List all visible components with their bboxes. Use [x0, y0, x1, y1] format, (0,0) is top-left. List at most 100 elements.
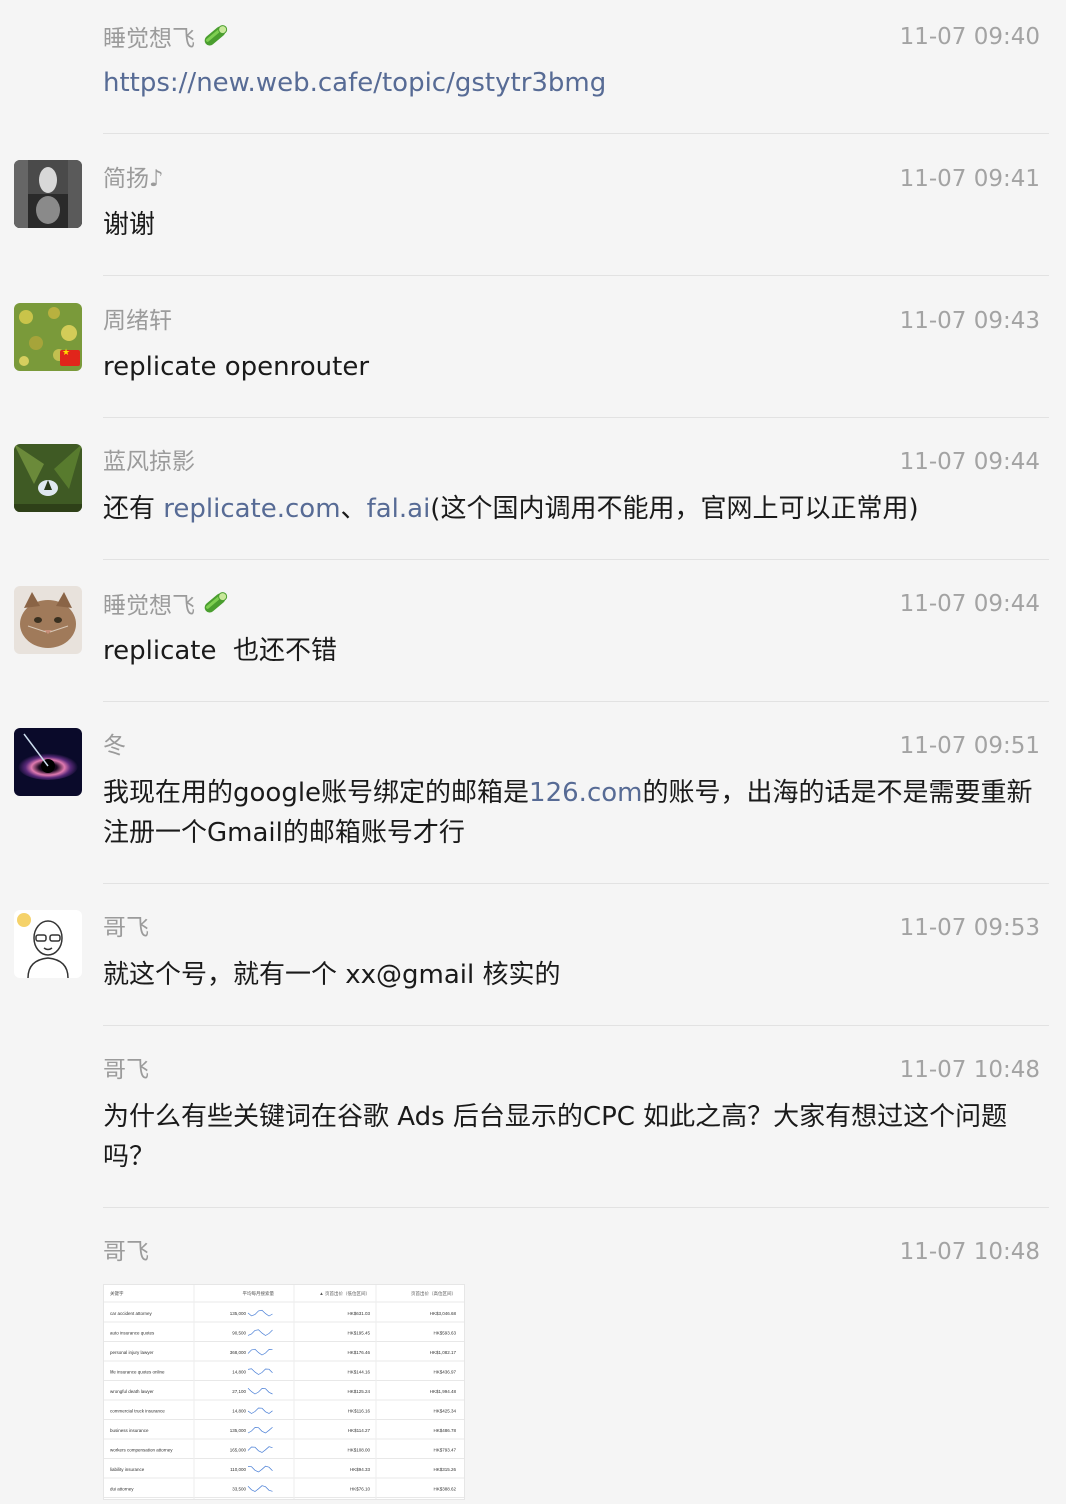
table-header: ▲ 页首出价（低位区间） [319, 1290, 370, 1297]
message-text: 为什么有些关键词在谷歌 Ads 后台显示的CPC 如此之高？大家有想过这个问题吗… [103, 1102, 1008, 1172]
message-link[interactable]: 126.com [529, 778, 642, 808]
message-text: 我现在用的google账号绑定的邮箱是126.com的账号，出海的话是不是需要重… [103, 778, 1033, 848]
message-time: 11-07 10:48 [899, 1239, 1040, 1265]
table-header: 关键字 [110, 1290, 124, 1297]
table-cell: HK$108.00 [347, 1448, 370, 1453]
image-attachment[interactable]: 关键字 平均每月搜索量 ▲ 页首出价（低位区间） 页首出价（高位区间） car acci… [103, 1284, 465, 1500]
table-cell: HK$125.24 [347, 1389, 370, 1394]
avatar[interactable] [14, 586, 82, 654]
message-text: https://new.web.cafe/topic/gstytr3bmg [103, 63, 1051, 103]
table-cell: HK$1,994.48 [430, 1389, 457, 1394]
divider [103, 883, 1049, 884]
table-cell: 110,000 [230, 1467, 246, 1472]
table-cell: HK$114.27 [348, 1428, 371, 1433]
divider [103, 701, 1049, 702]
message-time: 11-07 09:40 [899, 24, 1040, 50]
message-text: 还有 replicate.com、fal.ai(这个国内调用不能用，官网上可以正… [103, 494, 919, 524]
sender-name[interactable]: 睡觉想飞 [103, 589, 231, 621]
table-cell: HK$486.78 [433, 1428, 456, 1433]
cucumber-icon [199, 22, 231, 50]
table-cell: dui attorney [110, 1487, 134, 1492]
message-text: replicate openrouter [103, 352, 370, 382]
table-cell: liability insurance [110, 1467, 145, 1472]
table-cell: 27,100 [232, 1389, 246, 1394]
sender-name[interactable]: 哥飞 [103, 1237, 149, 1267]
table-cell: HK$144.16 [347, 1370, 370, 1375]
flag-icon [60, 348, 80, 366]
avatar[interactable] [14, 160, 82, 228]
table-cell: 14,800 [232, 1370, 246, 1375]
divider [103, 1207, 1049, 1208]
sender-name[interactable]: 简扬♪ [103, 164, 164, 194]
sparkline [247, 1407, 273, 1414]
table-cell: wrongful death lawyer [110, 1389, 154, 1394]
table-cell: HK$3,046.68 [430, 1311, 457, 1316]
avatar[interactable] [14, 728, 82, 796]
message-time: 11-07 09:51 [899, 733, 1040, 759]
table-cell: personal injury lawyer [110, 1350, 154, 1355]
sender-name[interactable]: 睡觉想飞 [103, 22, 231, 54]
table-cell: commercial truck insurance [110, 1409, 165, 1414]
table-cell: workers compensation attorney [110, 1448, 173, 1453]
message-text: 就这个号，就有一个 xx@gmail 核实的 [103, 960, 561, 990]
sparkline [247, 1329, 273, 1336]
table-cell: HK$436.97 [433, 1370, 456, 1375]
sparkline [247, 1465, 273, 1473]
table-cell: car accident attorney [110, 1311, 153, 1316]
table-cell: HK$176.46 [347, 1350, 370, 1355]
table-header: 平均每月搜索量 [243, 1290, 275, 1297]
sparkline [247, 1368, 273, 1375]
divider [103, 133, 1049, 134]
table-cell: 90,500 [232, 1331, 246, 1336]
message-time: 11-07 10:48 [899, 1057, 1040, 1083]
sparkline [247, 1309, 273, 1317]
table-cell: 14,800 [232, 1409, 246, 1414]
sparkline [247, 1485, 273, 1492]
table-cell: HK$593.63 [433, 1331, 456, 1336]
message-text: replicate 也还不错 [103, 636, 338, 666]
sender-name[interactable]: 冬 [103, 731, 126, 761]
table-cell: HK$76.10 [350, 1487, 371, 1492]
sender-name[interactable]: 哥飞 [103, 1055, 149, 1085]
divider [103, 1025, 1049, 1026]
message-text: 谢谢 [103, 210, 156, 240]
message-time: 11-07 09:43 [899, 308, 1040, 334]
divider [103, 417, 1049, 418]
sender-name[interactable]: 蓝风掠影 [103, 447, 195, 477]
message-time: 11-07 09:44 [899, 449, 1040, 475]
table-cell: HK$94.33 [350, 1467, 371, 1472]
table-cell: HK$1,082.17 [430, 1350, 457, 1355]
table-cell: HK$388.62 [433, 1487, 456, 1492]
divider [103, 275, 1049, 276]
sender-name[interactable]: 哥飞 [103, 913, 149, 943]
message-link[interactable]: https://new.web.cafe/topic/gstytr3bmg [103, 68, 606, 98]
table-cell: 165,000 [230, 1448, 247, 1453]
table-cell: 33,500 [232, 1487, 246, 1492]
sender-name[interactable]: 周绪轩 [103, 306, 172, 336]
table-cell: HK$315.26 [433, 1467, 456, 1472]
message-time: 11-07 09:44 [899, 591, 1040, 617]
table-header: 页首出价（高位区间） [411, 1290, 456, 1297]
table-cell: 368,000 [230, 1350, 247, 1355]
sparkline [247, 1388, 273, 1395]
table-cell: 135,000 [230, 1428, 247, 1433]
message-time: 11-07 09:41 [899, 166, 1040, 192]
table-cell: HK$425.34 [433, 1409, 456, 1414]
avatar[interactable] [14, 910, 82, 978]
message-link[interactable]: fal.ai [367, 494, 431, 524]
table-cell: auto insurance quotes [110, 1331, 155, 1336]
message-time: 11-07 09:53 [899, 915, 1040, 941]
table-cell: 135,000 [230, 1311, 247, 1316]
divider [103, 559, 1049, 560]
sparkline [247, 1446, 273, 1453]
table-cell: HK$116.16 [348, 1409, 371, 1414]
message-link[interactable]: replicate.com [163, 494, 340, 524]
table-cell: HK$793.47 [433, 1448, 456, 1453]
sparkline [247, 1348, 273, 1356]
avatar[interactable] [14, 444, 82, 512]
table-cell: HK$195.45 [347, 1331, 370, 1336]
table-cell: business insurance [110, 1428, 149, 1433]
sparkline [247, 1426, 273, 1434]
cucumber-icon [199, 589, 231, 617]
table-cell: life insurance quotes online [110, 1370, 165, 1375]
